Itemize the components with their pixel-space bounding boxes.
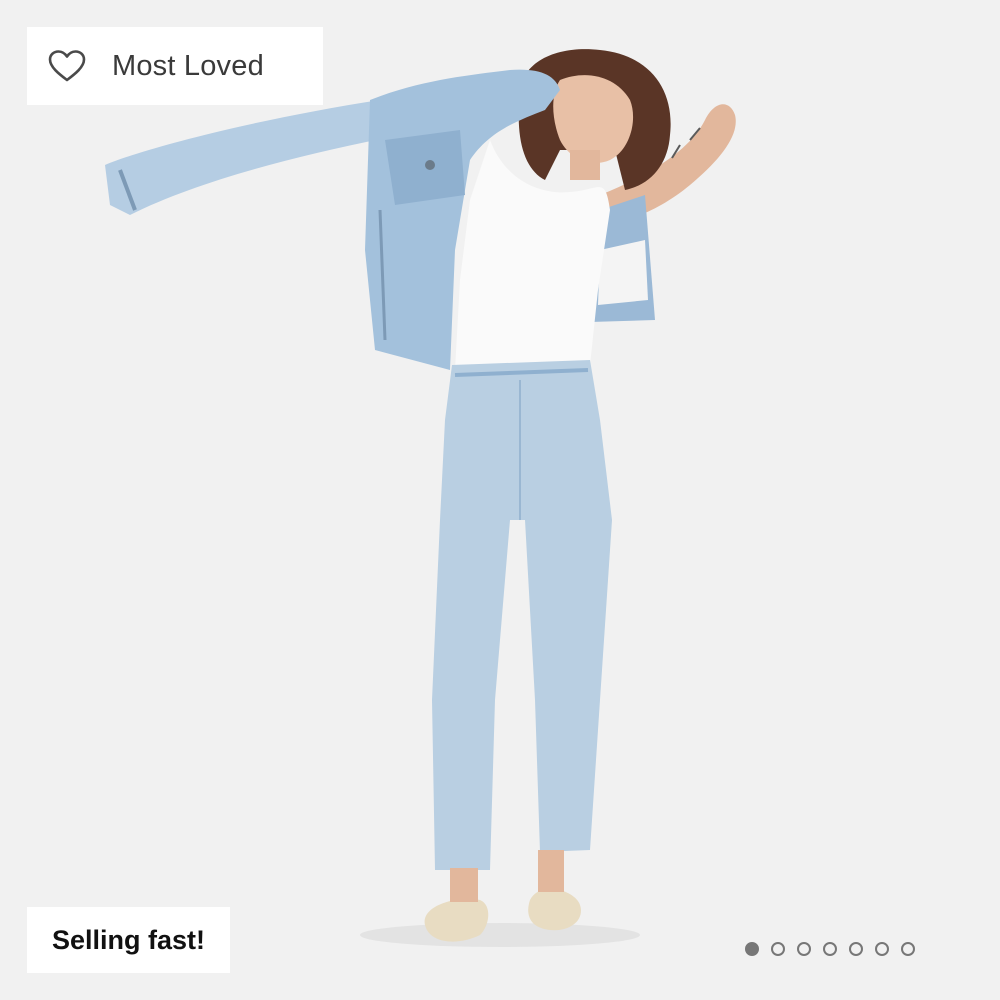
carousel-dot-4[interactable] [823,942,837,956]
product-photo [105,49,736,947]
carousel-dot-2[interactable] [771,942,785,956]
carousel-dot-7[interactable] [901,942,915,956]
most-loved-label: Most Loved [112,49,264,82]
jeans [432,360,612,870]
shoe-right [528,888,581,931]
carousel-dot-3[interactable] [797,942,811,956]
carousel-dot-1[interactable] [745,942,759,956]
shoe-left [424,898,489,942]
jacket-sleeve [105,100,400,215]
carousel-dot-6[interactable] [875,942,889,956]
selling-fast-badge: Selling fast! [27,907,230,973]
carousel-pagination [745,942,915,956]
product-card[interactable]: Most Loved Selling fast! [0,0,1000,1000]
carousel-dot-5[interactable] [849,942,863,956]
floor-shadow [360,923,640,947]
most-loved-badge[interactable]: Most Loved [27,27,323,105]
selling-fast-label: Selling fast! [51,924,206,955]
heart-outline-icon[interactable] [47,49,87,83]
